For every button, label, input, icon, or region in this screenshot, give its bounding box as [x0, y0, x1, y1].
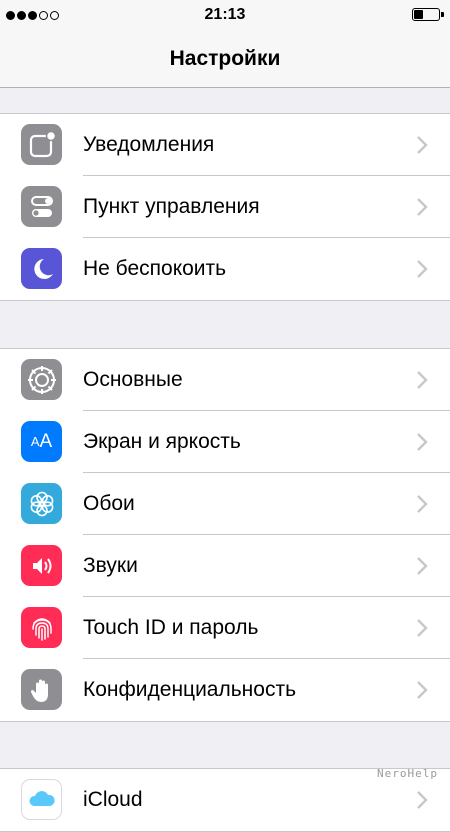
settings-row-general[interactable]: Основные [0, 349, 450, 411]
settings-row-touch-id[interactable]: Touch ID и пароль [0, 597, 450, 659]
gear-icon [21, 359, 62, 400]
battery-icon [412, 8, 444, 21]
row-label: Звуки [83, 554, 138, 577]
fingerprint-icon [21, 607, 62, 648]
settings-row-sounds[interactable]: Звуки [0, 535, 450, 597]
row-label: Пункт управления [83, 195, 260, 218]
watermark: NeroHelp [377, 767, 438, 780]
chevron-right-icon [417, 557, 428, 575]
row-label: Основные [83, 368, 183, 391]
chevron-right-icon [417, 136, 428, 154]
display-brightness-icon: AA [21, 421, 62, 462]
row-label: Touch ID и пароль [83, 616, 259, 639]
icloud-icon [21, 779, 62, 820]
row-label: Экран и яркость [83, 430, 241, 453]
settings-group-2: Основные AA Экран и яркость Обои Звуки T… [0, 348, 450, 722]
settings-row-privacy[interactable]: Конфиденциальность [0, 659, 450, 721]
chevron-right-icon [417, 198, 428, 216]
chevron-right-icon [417, 260, 428, 278]
control-center-icon [21, 186, 62, 227]
status-time: 21:13 [204, 6, 246, 23]
chevron-right-icon [417, 433, 428, 451]
settings-row-wallpaper[interactable]: Обои [0, 473, 450, 535]
navigation-bar: Настройки [0, 30, 450, 88]
speaker-icon [21, 545, 62, 586]
row-label: Не беспокоить [83, 257, 227, 280]
settings-row-do-not-disturb[interactable]: Не беспокоить [0, 238, 450, 300]
settings-row-control-center[interactable]: Пункт управления [0, 176, 450, 238]
settings-row-display-brightness[interactable]: AA Экран и яркость [0, 411, 450, 473]
row-label: Уведомления [83, 133, 215, 156]
chevron-right-icon [417, 681, 428, 699]
row-label: Обои [83, 492, 135, 515]
hand-icon [21, 669, 62, 710]
moon-icon [21, 248, 62, 289]
chevron-right-icon [417, 619, 428, 637]
page-title: Настройки [169, 47, 281, 70]
row-label: Конфиденциальность [83, 678, 297, 701]
status-bar: 21:13 [0, 0, 450, 30]
row-label: iCloud [83, 788, 143, 811]
chevron-right-icon [417, 791, 428, 809]
wallpaper-flower-icon [21, 483, 62, 524]
settings-group-1: Уведомления Пункт управления Не беспокои… [0, 113, 450, 301]
notifications-icon [21, 124, 62, 165]
chevron-right-icon [417, 371, 428, 389]
chevron-right-icon [417, 495, 428, 513]
settings-row-notifications[interactable]: Уведомления [0, 114, 450, 176]
